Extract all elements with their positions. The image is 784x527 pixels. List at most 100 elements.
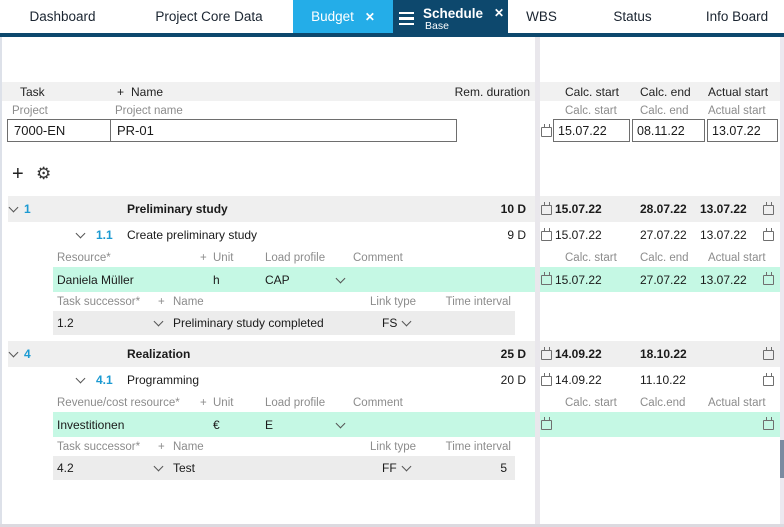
task-duration[interactable]: 25 D bbox=[501, 341, 526, 367]
col-actual-start: Actual start bbox=[708, 84, 769, 99]
resource-row[interactable]: Investitionen € E bbox=[53, 412, 535, 437]
add-task-icon[interactable]: + bbox=[12, 162, 24, 186]
successor-link-type[interactable]: FS bbox=[382, 311, 397, 335]
successor-name[interactable]: Preliminary study completed bbox=[173, 311, 324, 335]
scrollbar-thumb[interactable] bbox=[780, 440, 784, 478]
calc-start-value[interactable]: 14.09.22 bbox=[555, 367, 602, 393]
pane-divider[interactable] bbox=[535, 37, 540, 527]
resource-unit[interactable]: h bbox=[213, 267, 220, 292]
add-icon[interactable]: + bbox=[200, 249, 207, 267]
calendar-icon[interactable] bbox=[541, 412, 552, 437]
task-duration[interactable]: 20 D bbox=[501, 367, 526, 393]
calendar-icon[interactable] bbox=[541, 196, 552, 222]
task-row[interactable]: 4.1 Programming 20 D bbox=[2, 367, 535, 393]
calendar-icon[interactable] bbox=[763, 196, 774, 222]
task-name[interactable]: Create preliminary study bbox=[127, 222, 257, 248]
chevron-down-icon[interactable] bbox=[8, 196, 19, 222]
resource-row[interactable]: Daniela Müller h CAP bbox=[53, 267, 535, 292]
calendar-icon[interactable] bbox=[541, 367, 552, 393]
tab-bar: Dashboard Project Core Data Budget ✕ Sch… bbox=[0, 0, 784, 37]
calc-start-value[interactable]: 15.07.22 bbox=[555, 222, 602, 248]
calc-end-value[interactable]: 27.07.22 bbox=[640, 267, 687, 292]
schedule-window: Dashboard Project Core Data Budget ✕ Sch… bbox=[0, 0, 784, 527]
grid-toolbar: + ⚙ bbox=[2, 162, 202, 186]
tab-wbs[interactable]: WBS bbox=[508, 0, 575, 33]
calendar-icon[interactable] bbox=[763, 222, 774, 248]
resource-unit[interactable]: € bbox=[213, 412, 220, 437]
actual-start-value[interactable]: 13.07.22 bbox=[700, 196, 747, 222]
tab-budget[interactable]: Budget ✕ bbox=[293, 0, 393, 33]
add-icon[interactable]: + bbox=[200, 394, 207, 412]
chevron-down-icon[interactable] bbox=[153, 311, 164, 335]
calendar-icon[interactable] bbox=[763, 367, 774, 393]
resource-load-profile[interactable]: CAP bbox=[265, 267, 290, 292]
calendar-icon[interactable] bbox=[541, 267, 552, 292]
calc-start-value[interactable]: 15.07.22 bbox=[555, 196, 602, 222]
label-link-type: Link type bbox=[370, 441, 417, 453]
task-summary-row[interactable]: 4 Realization 25 D bbox=[8, 341, 535, 367]
chevron-down-icon[interactable] bbox=[401, 311, 412, 335]
calc-start-value[interactable]: 15.07.22 bbox=[555, 267, 602, 292]
actual-start-value[interactable]: 13.07.22 bbox=[700, 222, 747, 248]
calc-end-value[interactable]: 11.10.22 bbox=[640, 367, 686, 393]
project-actual-start-input[interactable]: 13.07.22 bbox=[707, 119, 778, 142]
project-calc-end-input[interactable]: 08.11.22 bbox=[632, 119, 705, 142]
tab-project-core-data[interactable]: Project Core Data bbox=[125, 0, 293, 33]
calendar-icon[interactable] bbox=[763, 267, 774, 292]
task-summary-row[interactable]: 1 Preliminary study 10 D bbox=[8, 196, 535, 222]
project-calc-start-input[interactable]: 15.07.22 bbox=[553, 119, 630, 142]
calc-start-value[interactable]: 14.09.22 bbox=[555, 341, 602, 367]
label-name: Name bbox=[173, 441, 204, 453]
successor-row[interactable]: 4.2 Test FF 5 bbox=[53, 456, 515, 480]
add-icon[interactable]: + bbox=[158, 438, 165, 456]
tab-dashboard[interactable]: Dashboard bbox=[0, 0, 125, 33]
vertical-scrollbar[interactable] bbox=[780, 37, 784, 527]
task-row[interactable]: 1.1 Create preliminary study 9 D bbox=[2, 222, 535, 248]
successor-id[interactable]: 1.2 bbox=[57, 311, 74, 335]
project-id-input[interactable]: 7000-EN bbox=[8, 120, 111, 141]
gear-icon[interactable]: ⚙ bbox=[36, 162, 51, 186]
calendar-icon[interactable] bbox=[541, 341, 552, 367]
task-name[interactable]: Preliminary study bbox=[127, 196, 228, 222]
calendar-icon[interactable] bbox=[541, 222, 552, 248]
resource-date-labels: Calc. start Calc.end Actual start bbox=[540, 394, 780, 412]
calc-end-value[interactable]: 27.07.22 bbox=[640, 222, 687, 248]
chevron-down-icon[interactable] bbox=[335, 267, 346, 292]
chevron-down-icon[interactable] bbox=[75, 367, 86, 393]
calc-end-value[interactable]: 28.07.22 bbox=[640, 196, 687, 222]
tab-label: Budget bbox=[311, 9, 354, 24]
project-name-input[interactable]: PR-01 bbox=[111, 120, 456, 141]
calc-end-value[interactable]: 18.10.22 bbox=[640, 341, 687, 367]
actual-start-value[interactable]: 13.07.22 bbox=[700, 267, 747, 292]
resource-name[interactable]: Daniela Müller bbox=[57, 267, 134, 292]
label-time-interval: Time interval bbox=[445, 441, 511, 453]
task-duration[interactable]: 10 D bbox=[501, 196, 526, 222]
tab-status[interactable]: Status bbox=[575, 0, 690, 33]
chevron-down-icon[interactable] bbox=[401, 456, 412, 480]
chevron-down-icon[interactable] bbox=[335, 412, 346, 437]
task-name[interactable]: Realization bbox=[127, 341, 190, 367]
chevron-down-icon[interactable] bbox=[153, 456, 164, 480]
add-icon[interactable]: + bbox=[158, 293, 165, 311]
resource-name[interactable]: Investitionen bbox=[57, 412, 124, 437]
task-duration[interactable]: 9 D bbox=[507, 222, 526, 248]
tab-schedule[interactable]: Schedule ✕ Base bbox=[393, 0, 508, 37]
successor-id[interactable]: 4.2 bbox=[57, 456, 74, 480]
successor-row[interactable]: 1.2 Preliminary study completed FS bbox=[53, 311, 515, 335]
successor-time-interval[interactable]: 5 bbox=[500, 456, 507, 480]
add-column-icon[interactable]: + bbox=[117, 82, 124, 101]
successor-name[interactable]: Test bbox=[173, 456, 195, 480]
calendar-icon[interactable] bbox=[541, 123, 552, 139]
close-icon[interactable]: ✕ bbox=[365, 10, 375, 24]
chevron-down-icon[interactable] bbox=[75, 222, 86, 248]
task-dates: 14.09.22 11.10.22 bbox=[540, 367, 780, 393]
calendar-icon[interactable] bbox=[763, 341, 774, 367]
chevron-down-icon[interactable] bbox=[8, 341, 19, 367]
task-name[interactable]: Programming bbox=[127, 367, 199, 393]
close-icon[interactable]: ✕ bbox=[494, 6, 504, 20]
tab-info-board[interactable]: Info Board bbox=[690, 0, 784, 33]
successor-link-type[interactable]: FF bbox=[382, 456, 397, 480]
resource-load-profile[interactable]: E bbox=[265, 412, 273, 437]
menu-icon[interactable] bbox=[399, 11, 414, 26]
calendar-icon[interactable] bbox=[763, 412, 774, 437]
